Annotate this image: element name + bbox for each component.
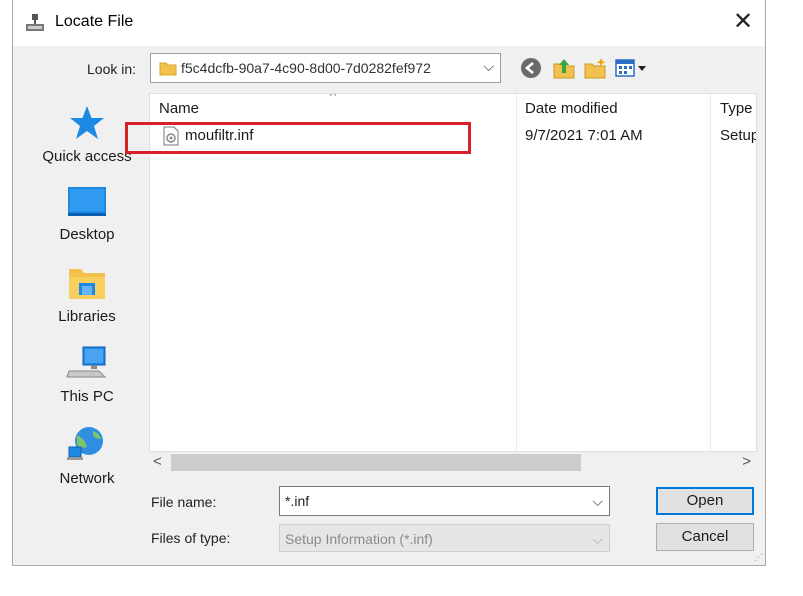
places-bar: Quick access Desktop Libraries This PC N… (23, 93, 151, 493)
network-icon (67, 427, 103, 460)
folder-icon (159, 62, 177, 76)
chevron-down-icon: ⌵ (592, 531, 603, 547)
place-libraries[interactable]: Libraries (23, 265, 151, 325)
new-folder-icon[interactable] (583, 56, 607, 80)
close-button[interactable]: ✕ (725, 6, 761, 40)
title-bar: Locate File ✕ (13, 0, 765, 46)
look-in-label: Look in: (87, 61, 137, 77)
libraries-icon (69, 269, 105, 299)
file-name-value: *.inf (285, 493, 310, 509)
place-this-pc[interactable]: This PC (23, 345, 151, 405)
up-folder-icon[interactable] (552, 56, 576, 80)
place-label: This PC (60, 388, 114, 405)
place-desktop[interactable]: Desktop (23, 185, 151, 243)
place-label: Desktop (59, 226, 115, 243)
desktop-icon (68, 187, 106, 216)
scrollbar-thumb[interactable] (171, 454, 581, 471)
place-quick-access[interactable]: Quick access (23, 105, 151, 165)
scroll-left-icon[interactable]: < (153, 453, 162, 470)
app-icon (26, 14, 44, 31)
place-label: Libraries (58, 308, 116, 325)
look-in-dropdown[interactable]: f5c4dcfb-90a7-4c90-8d00-7d0282fef972 ⌵ (150, 53, 501, 83)
cancel-button[interactable]: Cancel (656, 523, 754, 551)
scroll-right-icon[interactable]: > (742, 453, 751, 470)
chevron-down-icon[interactable]: ⌵ (483, 58, 494, 75)
file-date-modified: 9/7/2021 7:01 AM (525, 127, 643, 144)
horizontal-scrollbar[interactable]: < > (149, 452, 757, 474)
open-button[interactable]: Open (656, 487, 754, 515)
file-name: moufiltr.inf (185, 127, 254, 144)
place-label: Quick access (42, 148, 132, 165)
files-of-type-dropdown: Setup Information (*.inf) ⌵ (279, 524, 610, 552)
column-header-name[interactable]: Name (159, 100, 199, 117)
place-label: Network (59, 470, 115, 487)
back-icon[interactable] (519, 56, 543, 80)
files-of-type-label: Files of type: (151, 530, 231, 546)
look-in-value: f5c4dcfb-90a7-4c90-8d00-7d0282fef972 (181, 60, 431, 76)
column-header-type[interactable]: Type (720, 100, 753, 117)
setup-file-icon (163, 126, 179, 146)
sort-ascending-icon: ^ (330, 93, 337, 103)
chevron-down-icon[interactable]: ⌵ (592, 493, 603, 510)
computer-icon (66, 346, 107, 378)
file-name-label: File name: (151, 494, 217, 510)
files-of-type-value: Setup Information (*.inf) (285, 531, 433, 547)
file-row[interactable]: moufiltr.inf 9/7/2021 7:01 AM Setup (150, 124, 756, 148)
column-header-date-modified[interactable]: Date modified (525, 100, 618, 117)
view-menu-icon[interactable] (614, 56, 650, 80)
file-list[interactable]: ^ Name Date modified Type moufiltr.inf 9… (149, 93, 757, 452)
file-type: Setup (720, 127, 757, 144)
place-network[interactable]: Network (23, 425, 151, 487)
window-title: Locate File (55, 13, 134, 30)
locate-file-dialog: Locate File ✕ Look in: f5c4dcfb-90a7-4c9… (12, 0, 766, 566)
star-icon (70, 106, 104, 139)
resize-grip-icon[interactable]: ⋰ (754, 552, 763, 563)
file-name-input[interactable]: *.inf ⌵ (279, 486, 610, 516)
